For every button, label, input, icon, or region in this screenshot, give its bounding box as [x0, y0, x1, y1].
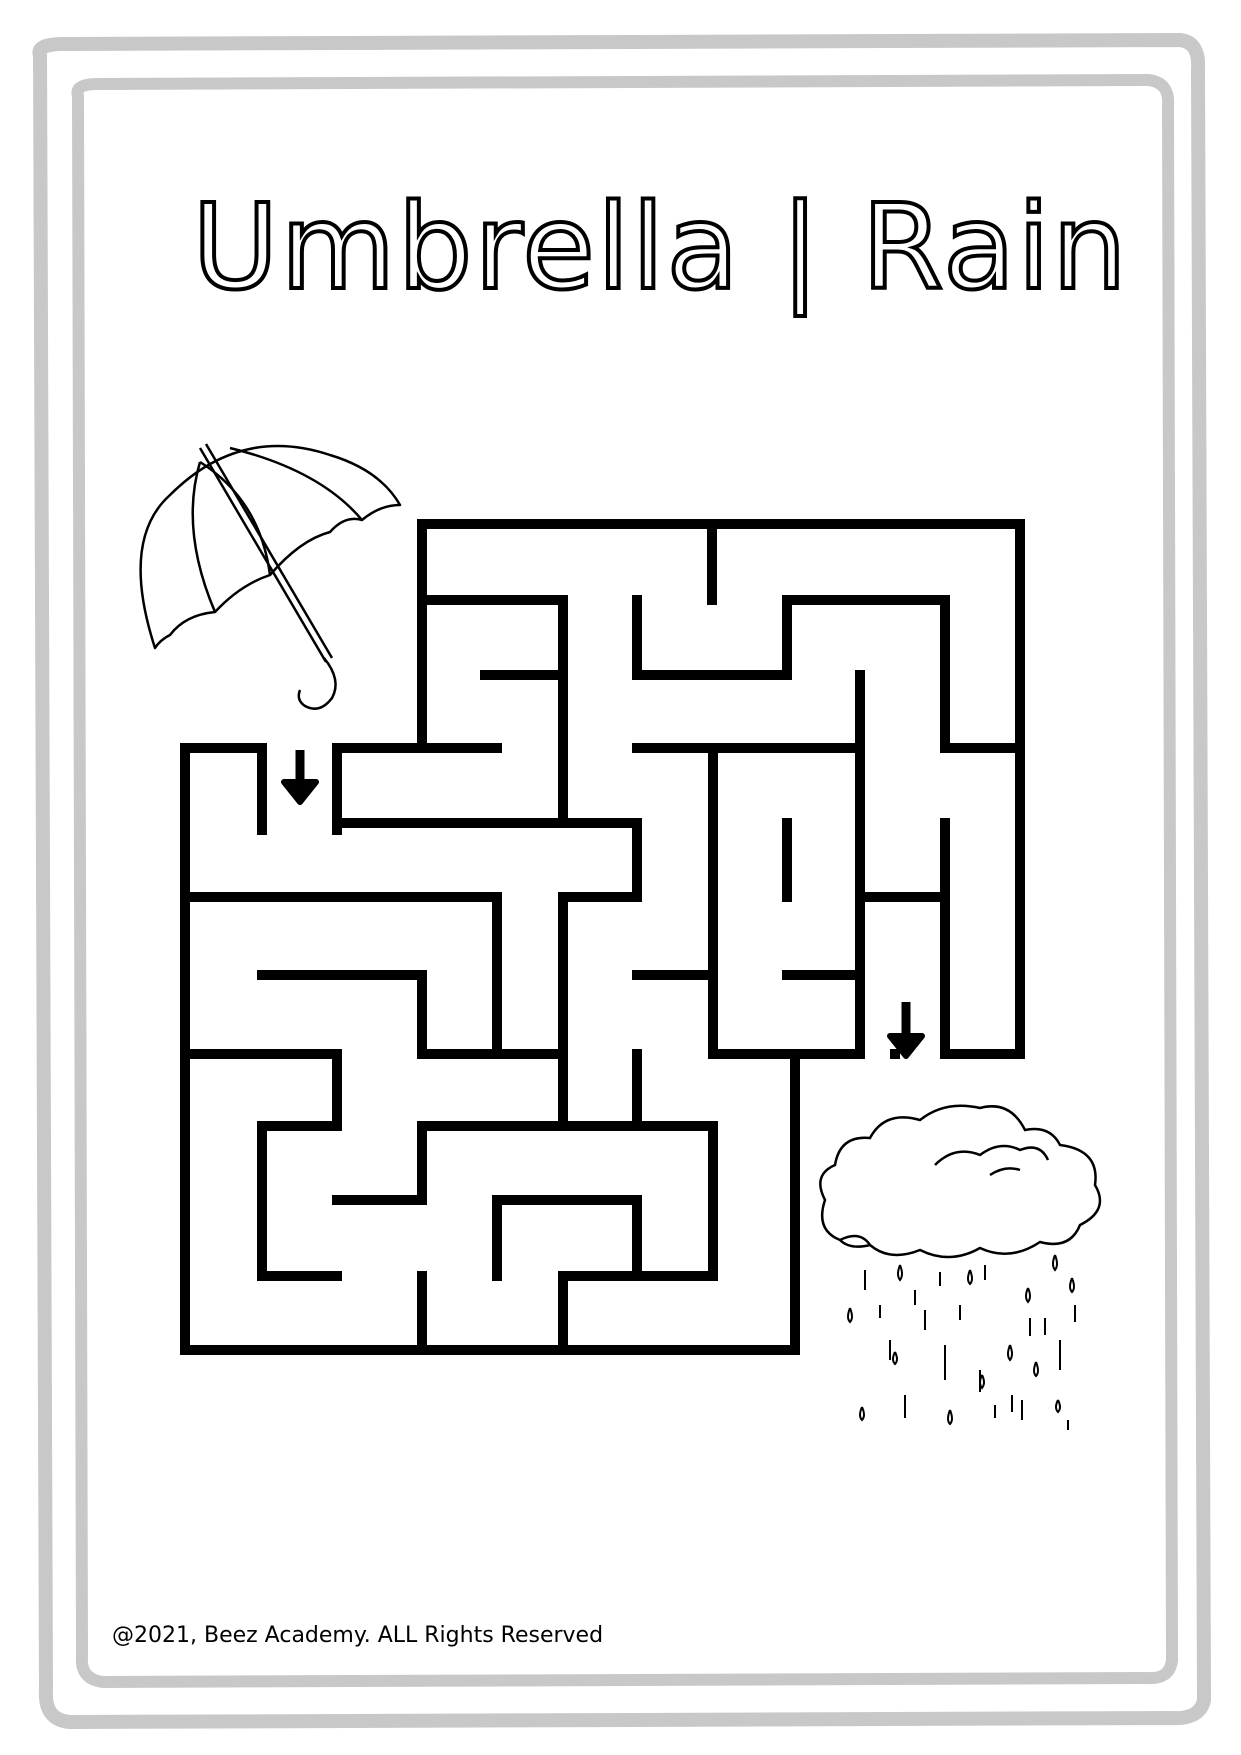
- rain-drops: [847, 1254, 1076, 1430]
- copyright-footer: @2021, Beez Academy. ALL Rights Reserved: [112, 1623, 604, 1648]
- down-arrow-icon: [281, 750, 319, 805]
- maze-artwork: [139, 443, 1102, 1430]
- umbrella-icon: [139, 443, 402, 710]
- down-arrow-icon: [887, 1002, 925, 1059]
- rain-cloud-icon: [819, 1104, 1102, 1430]
- maze: [180, 519, 1025, 1355]
